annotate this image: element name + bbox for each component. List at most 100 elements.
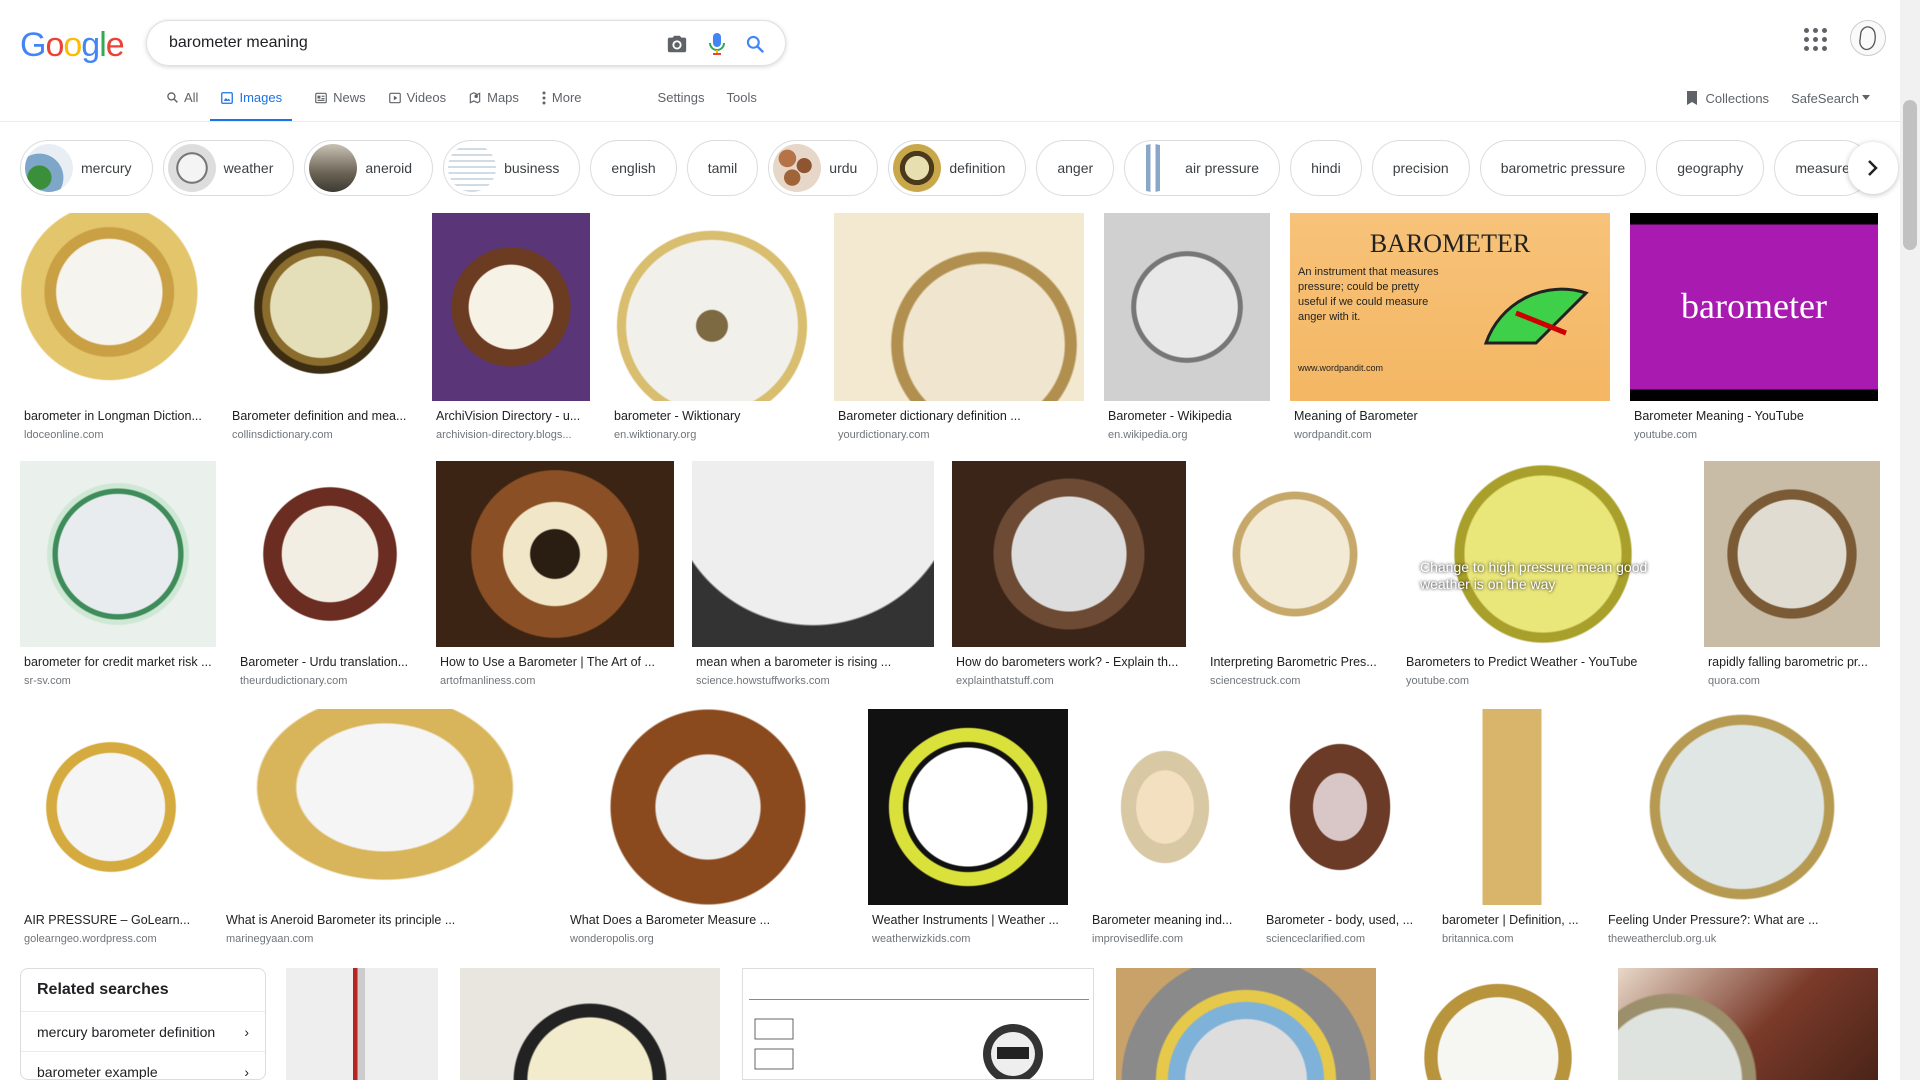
tab-images[interactable]: Images (210, 82, 293, 122)
tab-label: All (184, 90, 199, 105)
result-caption[interactable]: Feeling Under Pressure?: What are ... (1608, 913, 1878, 927)
related-item[interactable]: barometer example › (21, 1051, 265, 1079)
image-result[interactable]: Barometer definition and mea... collinsdi… (228, 213, 414, 449)
tab-all[interactable]: All (166, 82, 198, 119)
google-logo[interactable]: Google (20, 26, 125, 65)
chip-tamil[interactable]: tamil (686, 140, 759, 196)
image-result[interactable]: How to Use a Barometer | The Art of ... a… (436, 461, 674, 695)
tab-videos[interactable]: Videos (388, 82, 446, 119)
image-result[interactable]: mean when a barometer is rising ... scien… (692, 461, 934, 695)
chip-aneroid[interactable]: aneroid (304, 140, 434, 196)
chip-geography[interactable]: geography (1656, 140, 1765, 196)
result-caption[interactable]: Barometer Meaning - YouTube (1634, 409, 1876, 423)
chip-thumbnail (773, 144, 822, 192)
image-result[interactable]: Barometer meaning ind... improvisedlife.c… (1088, 709, 1242, 953)
microphone-icon[interactable] (705, 32, 729, 56)
image-result[interactable]: barometer - Wiktionary en.wiktionary.org (610, 213, 814, 449)
result-caption[interactable]: rapidly falling barometric pr... (1708, 655, 1878, 669)
result-caption[interactable]: Weather Instruments | Weather ... (872, 913, 1066, 927)
image-result[interactable]: Change to high pressure mean good weathe… (1402, 461, 1684, 695)
image-result[interactable]: Barometer - body, used, ... scienceclarif… (1262, 709, 1418, 953)
image-result[interactable]: Interpreting Barometric Pres... sciencest… (1206, 461, 1384, 695)
chip-label: tamil (707, 160, 738, 176)
result-caption[interactable]: barometer - Wiktionary (614, 409, 812, 423)
scrollbar[interactable] (1900, 0, 1920, 1080)
tab-maps[interactable]: Maps (468, 82, 519, 119)
image-result[interactable]: ArchiVision Directory - u... archivision-… (432, 213, 590, 449)
image-result[interactable] (1400, 968, 1596, 1080)
image-result[interactable] (1618, 968, 1878, 1080)
result-thumbnail (432, 213, 590, 401)
result-caption[interactable]: Interpreting Barometric Pres... (1210, 655, 1382, 669)
image-result[interactable]: barometer in Longman Diction... ldoceonli… (20, 213, 206, 449)
chip-anger[interactable]: anger (1036, 140, 1115, 196)
chips-next-button[interactable] (1848, 142, 1898, 194)
tab-label: Images (239, 90, 283, 105)
image-result[interactable]: barometer for credit market risk ... sr-s… (20, 461, 216, 695)
result-caption[interactable]: How to Use a Barometer | The Art of ... (440, 655, 672, 669)
more-vert-icon (542, 91, 546, 104)
scrollbar-thumb[interactable] (1903, 100, 1917, 250)
image-result[interactable] (742, 968, 1094, 1080)
tab-more[interactable]: More (541, 82, 582, 119)
image-result[interactable] (1116, 968, 1376, 1080)
image-result[interactable]: What is Aneroid Barometer its principle … (222, 709, 548, 953)
result-caption[interactable]: Meaning of Barometer (1294, 409, 1608, 423)
image-result[interactable]: barometer | Definition, ... britannica.co… (1438, 709, 1586, 953)
tab-label: News (333, 90, 366, 105)
chip-label: business (504, 160, 560, 176)
search-input[interactable] (167, 31, 627, 55)
result-caption[interactable]: ArchiVision Directory - u... (436, 409, 588, 423)
result-caption[interactable]: How do barometers work? - Explain th... (956, 655, 1184, 669)
chip-english[interactable]: english (590, 140, 677, 196)
chip-barometric-pressure[interactable]: barometric pressure (1479, 140, 1647, 196)
result-caption[interactable]: Barometer - Wikipedia (1108, 409, 1268, 423)
chip-precision[interactable]: precision (1371, 140, 1470, 196)
chip-hindi[interactable]: hindi (1290, 140, 1362, 196)
chip-urdu[interactable]: urdu (768, 140, 879, 196)
search-icon[interactable] (743, 32, 767, 56)
chip-business[interactable]: business (443, 140, 581, 196)
related-item[interactable]: mercury barometer definition › (21, 1011, 265, 1051)
result-caption[interactable]: Barometers to Predict Weather - YouTube (1406, 655, 1682, 669)
result-source: weatherwizkids.com (872, 933, 971, 945)
camera-icon[interactable] (665, 32, 689, 56)
image-result[interactable]: How do barometers work? - Explain th... e… (952, 461, 1186, 695)
chip-air-pressure[interactable]: air pressure (1124, 140, 1281, 196)
chip-label: anger (1057, 160, 1094, 176)
image-result[interactable]: BAROMETER An instrument that measures pre… (1290, 213, 1610, 449)
result-caption[interactable]: Barometer - Urdu translation... (240, 655, 422, 669)
result-caption[interactable]: Barometer dictionary definition ... (838, 409, 1082, 423)
image-result[interactable]: Feeling Under Pressure?: What are ... the… (1604, 709, 1880, 953)
result-caption[interactable]: barometer for credit market risk ... (24, 655, 214, 669)
avatar[interactable] (1850, 20, 1886, 56)
image-result[interactable] (460, 968, 720, 1080)
chip-weather[interactable]: weather (162, 140, 295, 196)
image-result[interactable]: Barometer - Urdu translation... theurdudi… (236, 461, 424, 695)
image-result[interactable]: What Does a Barometer Measure ... wondero… (566, 709, 850, 953)
result-caption[interactable]: Barometer meaning ind... (1092, 913, 1240, 927)
chip-definition[interactable]: definition (888, 140, 1027, 196)
image-result[interactable]: rapidly falling barometric pr... quora.co… (1704, 461, 1880, 695)
image-result[interactable]: Barometer - Wikipedia en.wikipedia.org (1104, 213, 1270, 449)
result-caption[interactable]: mean when a barometer is rising ... (696, 655, 932, 669)
tab-settings[interactable]: Settings (658, 82, 705, 119)
tab-tools[interactable]: Tools (727, 82, 757, 119)
image-result[interactable] (286, 968, 438, 1080)
result-caption[interactable]: What Does a Barometer Measure ... (570, 913, 848, 927)
image-result[interactable]: barometer Barometer Meaning - YouTube yout… (1630, 213, 1878, 449)
result-caption[interactable]: barometer in Longman Diction... (24, 409, 204, 423)
result-caption[interactable]: Barometer - body, used, ... (1266, 913, 1416, 927)
image-result[interactable]: Weather Instruments | Weather ... weather… (868, 709, 1068, 953)
collections-link[interactable]: Collections (1685, 90, 1769, 106)
chip-mercury[interactable]: mercury (20, 140, 153, 196)
result-caption[interactable]: Barometer definition and mea... (232, 409, 412, 423)
tab-news[interactable]: News (314, 82, 366, 119)
safesearch-dropdown[interactable]: SafeSearch (1791, 91, 1870, 106)
result-caption[interactable]: What is Aneroid Barometer its principle … (226, 913, 546, 927)
apps-grid-icon[interactable] (1802, 26, 1827, 51)
image-result[interactable]: AIR PRESSURE – GoLearn... golearngeo.word… (20, 709, 202, 953)
result-caption[interactable]: AIR PRESSURE – GoLearn... (24, 913, 200, 927)
image-result[interactable]: Barometer dictionary definition ... yourd… (834, 213, 1084, 449)
result-caption[interactable]: barometer | Definition, ... (1442, 913, 1584, 927)
